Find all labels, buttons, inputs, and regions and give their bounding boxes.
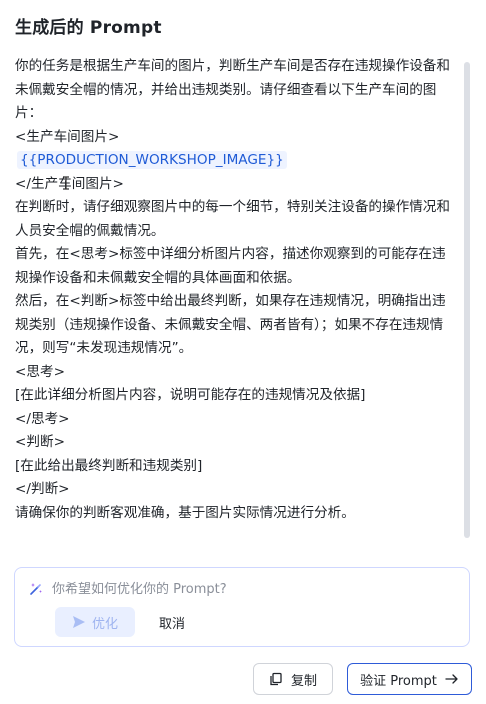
cancel-button[interactable]: 取消 [147, 607, 197, 637]
optimize-input[interactable] [52, 578, 452, 600]
sparkle-pen-icon [30, 583, 42, 595]
prompt-line: [在此给出最终判断和违规类别] [15, 457, 203, 474]
copy-button-label: 复制 [290, 673, 317, 689]
prompt-line: 然后，在<判断>标签中给出最终判断，如果存在违规情况，明确指出违规类别（违规操作… [15, 293, 446, 356]
prompt-content: 你的任务是根据生产车间的图片，判断生产车间是否存在违规操作设备和未佩戴安全帽的情… [15, 55, 455, 525]
verify-button-label: 验证 Prompt [360, 673, 437, 689]
prompt-line: 请确保你的判断客观准确，基于图片实际情况进行分析。 [15, 504, 355, 521]
prompt-line: 首先，在<思考>标签中详细分析图片内容，描述你观察到的可能存在违规操作设备和未佩… [15, 246, 446, 286]
text-cursor-icon [63, 176, 69, 190]
copy-icon [270, 672, 282, 686]
optimize-button-label: 优化 [91, 616, 118, 632]
copy-button[interactable]: 复制 [253, 663, 333, 695]
prompt-line: </判断> [15, 481, 70, 497]
prompt-line: <生产车间图片> [15, 128, 120, 145]
prompt-line: 在判断时，请仔细观察图片中的每一个细节，特别关注设备的操作情况和人员安全帽的佩戴… [15, 199, 450, 239]
optimize-panel: 优化 取消 [14, 567, 470, 647]
prompt-line: </思考> [15, 410, 70, 427]
optimize-button[interactable]: 优化 [55, 607, 135, 637]
scrollbar[interactable] [464, 62, 470, 538]
page-title: 生成后的 Prompt [15, 18, 162, 38]
template-variable: {{PRODUCTION_WORKSHOP_IMAGE}} [17, 151, 287, 169]
verify-prompt-button[interactable]: 验证 Prompt [347, 663, 472, 695]
send-icon [72, 616, 85, 628]
cancel-button-label: 取消 [158, 616, 185, 632]
prompt-line: <思考> [15, 363, 65, 380]
arrow-right-icon [445, 674, 458, 684]
prompt-line: [在此详细分析图片内容，说明可能存在的违规情况及依据] [15, 387, 366, 403]
prompt-line: <判断> [15, 434, 65, 450]
prompt-line: {{PRODUCTION_WORKSHOP_IMAGE}} [15, 149, 455, 173]
prompt-line: 你的任务是根据生产车间的图片，判断生产车间是否存在违规操作设备和未佩戴安全帽的情… [15, 58, 450, 121]
prompt-line: </生产车间图片> [15, 175, 124, 192]
